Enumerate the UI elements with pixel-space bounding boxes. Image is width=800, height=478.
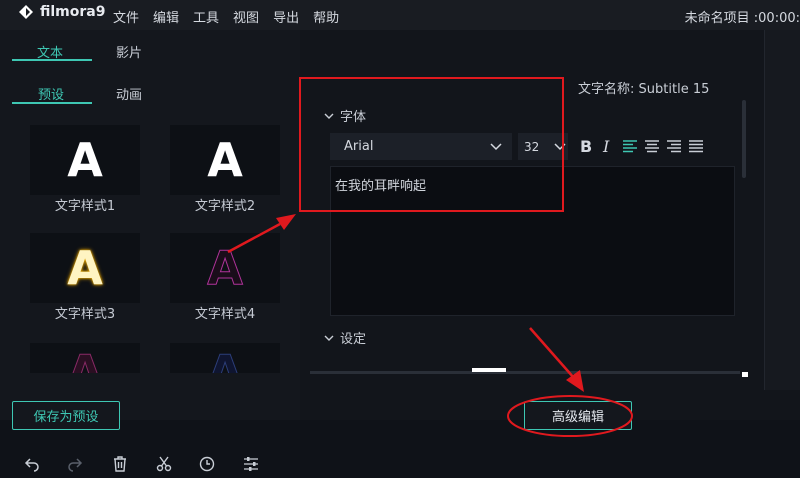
text-name-label: 文字名称:	[578, 82, 635, 97]
settings-section-header[interactable]: 设定	[324, 328, 366, 347]
settings-section-title: 设定	[340, 332, 367, 347]
horizontal-scrollbar[interactable]	[310, 371, 740, 374]
preset-thumbnail: A	[30, 125, 140, 195]
align-right-icon[interactable]	[667, 140, 681, 153]
app-logo: filmora9	[18, 4, 105, 20]
logo-text: filmora9	[40, 4, 106, 20]
preset-glyph: A	[67, 345, 104, 374]
subtab-preset-underline	[12, 102, 92, 104]
alignment-buttons	[623, 140, 703, 153]
font-section-header[interactable]: 字体	[324, 106, 366, 125]
menu-tools[interactable]: 工具	[193, 7, 219, 26]
chevron-down-icon	[554, 142, 566, 150]
align-center-icon[interactable]	[645, 140, 659, 153]
preset-style-1[interactable]: A 文字样式1	[20, 125, 140, 220]
scroll-thumb[interactable]	[472, 368, 506, 372]
subtitle-text-input[interactable]: 在我的耳畔响起	[330, 166, 735, 316]
preset-label: 文字样式1	[54, 199, 116, 214]
preset-thumbnail: A	[30, 343, 140, 373]
menu-file[interactable]: 文件	[113, 7, 139, 26]
tab-film[interactable]: 影片	[116, 42, 142, 61]
filmora-logo-icon	[19, 5, 33, 19]
preset-style-6[interactable]: A	[160, 343, 280, 373]
menu-edit[interactable]: 编辑	[153, 7, 179, 26]
side-strip	[764, 30, 800, 390]
save-as-preset-button[interactable]: 保存为预设	[12, 401, 120, 430]
subtab-preset[interactable]: 预设	[38, 84, 64, 103]
chevron-down-icon	[324, 335, 334, 341]
align-justify-icon[interactable]	[689, 140, 703, 153]
font-family-select[interactable]: Arial	[330, 133, 512, 160]
adjust-icon[interactable]	[243, 456, 259, 472]
left-panel: 文本 影片 预设 动画 A 文字样式1 A 文字样式2 A 文字样式3 A 文字…	[0, 30, 300, 420]
preset-label: 文字样式2	[194, 199, 256, 214]
undo-icon[interactable]	[24, 456, 40, 472]
bottom-toolbar	[0, 446, 800, 478]
redo-icon[interactable]	[67, 456, 83, 472]
preset-style-3[interactable]: A 文字样式3	[20, 233, 140, 328]
chevron-down-icon	[324, 113, 334, 119]
subtab-animation[interactable]: 动画	[116, 84, 142, 103]
preset-glyph: A	[67, 241, 103, 295]
tab-text-underline	[12, 59, 92, 61]
preset-style-4[interactable]: A 文字样式4	[160, 233, 280, 328]
menu-export[interactable]: 导出	[273, 7, 299, 26]
preset-thumbnail: A	[170, 233, 280, 303]
preset-thumbnail: A	[170, 125, 280, 195]
text-name-row: 文字名称: Subtitle 15	[578, 78, 709, 97]
preset-thumbnail: A	[170, 343, 280, 373]
text-name-value: Subtitle 15	[638, 82, 710, 97]
resize-handle[interactable]	[742, 372, 748, 377]
delete-icon[interactable]	[112, 456, 128, 472]
preset-style-5[interactable]: A	[20, 343, 140, 373]
font-size-value: 32	[524, 139, 540, 154]
preset-glyph: A	[207, 133, 243, 187]
chevron-down-icon	[490, 142, 502, 150]
clock-icon[interactable]	[199, 456, 215, 472]
italic-button[interactable]: I	[603, 137, 609, 156]
font-size-select[interactable]: 32	[518, 133, 568, 160]
preset-label: 文字样式4	[194, 307, 256, 322]
cut-icon[interactable]	[156, 456, 172, 472]
font-family-value: Arial	[344, 139, 374, 154]
font-section-title: 字体	[340, 110, 367, 125]
menu-bar: filmora9 文件 编辑 工具 视图 导出 帮助 未命名项目 :00:00:	[0, 0, 800, 30]
advanced-edit-button[interactable]: 高级编辑	[524, 401, 632, 430]
bold-button[interactable]: B	[580, 137, 592, 156]
menu-help[interactable]: 帮助	[313, 7, 339, 26]
preset-glyph: A	[207, 241, 244, 295]
project-title: 未命名项目 :00:00:	[684, 11, 800, 26]
vertical-scrollbar[interactable]	[742, 100, 746, 178]
preset-thumbnail: A	[30, 233, 140, 303]
preset-label: 文字样式3	[54, 307, 116, 322]
main-menu: 文件 编辑 工具 视图 导出 帮助	[113, 7, 339, 26]
preset-style-2[interactable]: A 文字样式2	[160, 125, 280, 220]
preset-glyph: A	[207, 345, 244, 374]
preset-glyph: A	[67, 133, 103, 187]
menu-view[interactable]: 视图	[233, 7, 259, 26]
align-left-icon[interactable]	[623, 140, 637, 153]
